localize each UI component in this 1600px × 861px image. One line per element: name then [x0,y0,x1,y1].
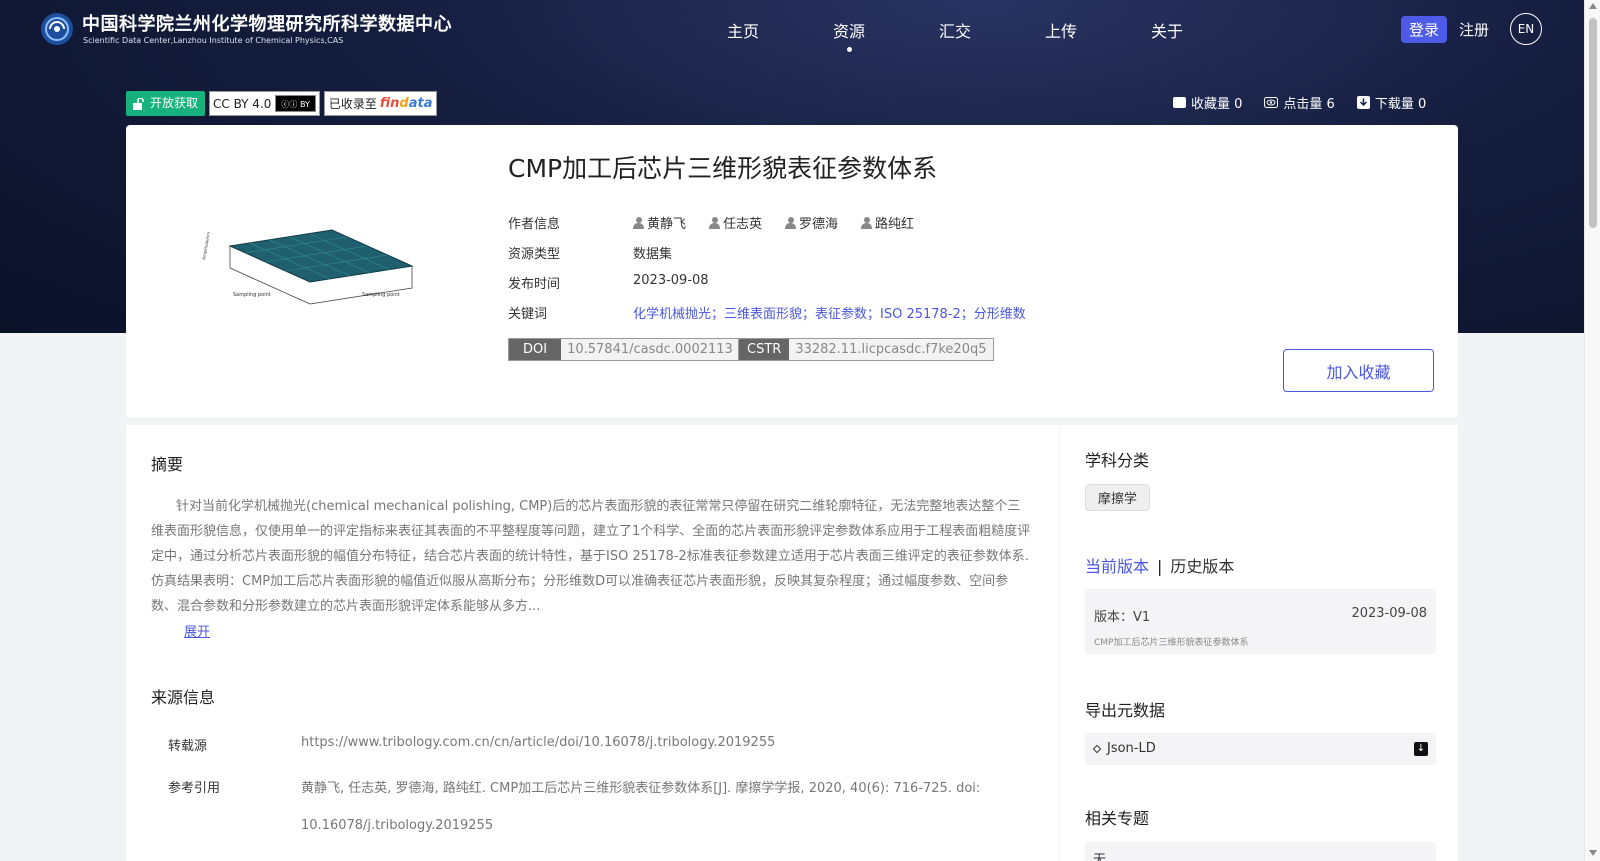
add-favorite-button[interactable]: 加入收藏 [1283,349,1434,392]
type-label: 资源类型 [508,247,561,262]
version-card[interactable]: 版本：V1 2023-09-08 CMP加工后芯片三维形貌表征参数体系 [1085,589,1436,654]
register-link[interactable]: 注册 [1459,19,1489,40]
nav-submit[interactable]: 汇交 [902,18,1008,42]
downloads-stat: 下载量 0 [1356,93,1427,112]
author-name: 黄静飞 [647,217,687,232]
author-item[interactable]: 罗德海 [785,213,838,232]
export-jsonld-item[interactable]: Json-LD ↓ [1085,733,1436,765]
nav-upload[interactable]: 上传 [1008,18,1114,42]
type-value: 数据集 [633,247,673,262]
cstr-value: 33282.11.licpcasdc.f7ke20q5 [789,339,993,360]
clicks-count: 点击量 6 [1283,97,1335,112]
resource-title: CMP加工后芯片三维形貌表征参数体系 [508,154,938,183]
unlock-icon [133,97,144,110]
abstract-text: 针对当前化学机械抛光(chemical mechanical polishing… [151,499,1031,614]
repost-url[interactable]: https://www.tribology.com.cn/cn/article/… [301,735,775,750]
nav-about[interactable]: 关于 [1114,18,1220,42]
export-heading: 导出元数据 [1085,701,1166,720]
person-icon [633,216,644,229]
eye-icon [1264,97,1279,108]
subject-heading: 学科分类 [1085,451,1150,470]
repost-label: 转载源 [168,739,208,754]
downloads-count: 下载量 0 [1374,97,1427,112]
main-nav: 主页 资源 汇交 上传 关于 [690,18,1220,52]
nav-resources[interactable]: 资源 [796,18,902,52]
citation-label: 参考引用 [168,781,221,796]
cstr-key: CSTR [739,339,790,360]
bookmark-icon [1173,97,1186,108]
stats-bar: 收藏量 0 点击量 6 下载量 0 [1173,93,1426,112]
date-value: 2023-09-08 [633,273,709,288]
tab-separator: | [1157,557,1163,576]
login-button[interactable]: 登录 [1401,16,1448,43]
citation-line-2: 10.16078/j.tribology.2019255 [301,818,494,833]
topics-heading: 相关专题 [1085,809,1150,828]
citation-line-1: 黄静飞, 任志英, 罗德海, 路纯红. CMP加工后芯片三维形貌表征参数体系[J… [301,781,981,796]
site-title[interactable]: 中国科学院兰州化学物理研究所科学数据中心 [82,10,452,36]
cc-by-icon: ⓒⓘ BY [275,95,316,112]
indexed-label: 已收录至 [328,97,377,111]
badge-row: 开放获取 CC BY 4.0 ⓒⓘ BY 已收录至 findata [126,91,438,116]
findata-logo: findata [379,96,433,111]
topics-box: 无 [1085,842,1436,861]
version-name: 版本：V1 [1094,610,1151,625]
open-access-badge[interactable]: 开放获取 [126,91,206,116]
author-name: 罗德海 [799,217,839,232]
topics-value: 无 [1093,853,1107,861]
version-tabs: 当前版本 | 历史版本 [1085,553,1234,577]
expand-link[interactable]: 展开 [184,621,210,640]
download-icon [1356,96,1370,109]
tab-current-version[interactable]: 当前版本 [1085,557,1149,576]
open-access-label: 开放获取 [150,96,199,110]
thumb-z-label: Amplitude/nm [201,231,211,260]
author-name: 路纯红 [875,217,915,232]
abstract-heading: 摘要 [151,455,184,474]
language-toggle[interactable]: EN [1510,13,1542,45]
author-item[interactable]: 任志英 [709,213,762,232]
author-label: 作者信息 [508,217,561,232]
diamond-icon [1092,744,1102,754]
doi-badge[interactable]: DOI 10.57841/casdc.0002113 [508,338,740,361]
scrollbar-thumb[interactable] [1589,18,1597,228]
license-label: CC BY 4.0 [213,96,272,111]
institute-logo-icon[interactable] [40,12,74,46]
page-scrollbar[interactable] [1584,0,1600,861]
tab-history-version[interactable]: 历史版本 [1170,557,1234,576]
nav-home[interactable]: 主页 [690,18,796,42]
version-date: 2023-09-08 [1351,606,1427,621]
license-badge[interactable]: CC BY 4.0 ⓒⓘ BY [209,91,320,116]
keywords-label: 关键词 [508,307,548,322]
scroll-up-arrow-icon[interactable] [1589,3,1597,9]
cstr-badge[interactable]: CSTR 33282.11.licpcasdc.f7ke20q5 [738,338,994,361]
clicks-stat: 点击量 6 [1264,93,1335,112]
doi-key: DOI [509,339,562,360]
source-heading: 来源信息 [151,688,216,707]
author-item[interactable]: 路纯红 [861,213,914,232]
scroll-down-arrow-icon[interactable] [1589,850,1597,856]
doi-value: 10.57841/casdc.0002113 [561,339,739,360]
author-item[interactable]: 黄静飞 [633,213,686,232]
top-header: 中国科学院兰州化学物理研究所科学数据中心 Scientific Data Cen… [0,0,1584,60]
surface-plot-thumbnail[interactable]: Amplitude/nm Sampling point Sampling poi… [200,226,440,310]
keywords-links[interactable]: 化学机械抛光；三维表面形貌；表征参数；ISO 25178-2；分形维数 [633,303,1026,322]
author-name: 任志英 [723,217,763,232]
author-list: 黄静飞 任志英 罗德海 路纯红 [633,213,914,232]
version-desc: CMP加工后芯片三维形貌表征参数体系 [1094,638,1249,648]
favorites-stat: 收藏量 0 [1173,93,1242,112]
export-format-label: Json-LD [1107,741,1156,756]
thumb-y-label: Sampling point [362,292,400,298]
person-icon [861,216,873,229]
person-icon [709,216,721,229]
date-label: 发布时间 [508,277,561,292]
thumb-x-label: Sampling point [233,292,271,298]
person-icon [785,216,797,229]
findata-badge[interactable]: 已收录至 findata [323,91,438,116]
download-icon[interactable]: ↓ [1414,742,1428,756]
site-subtitle: Scientific Data Center,Lanzhou Institute… [83,36,344,45]
favorites-count: 收藏量 0 [1191,97,1243,112]
subject-tag[interactable]: 摩擦学 [1085,484,1151,511]
